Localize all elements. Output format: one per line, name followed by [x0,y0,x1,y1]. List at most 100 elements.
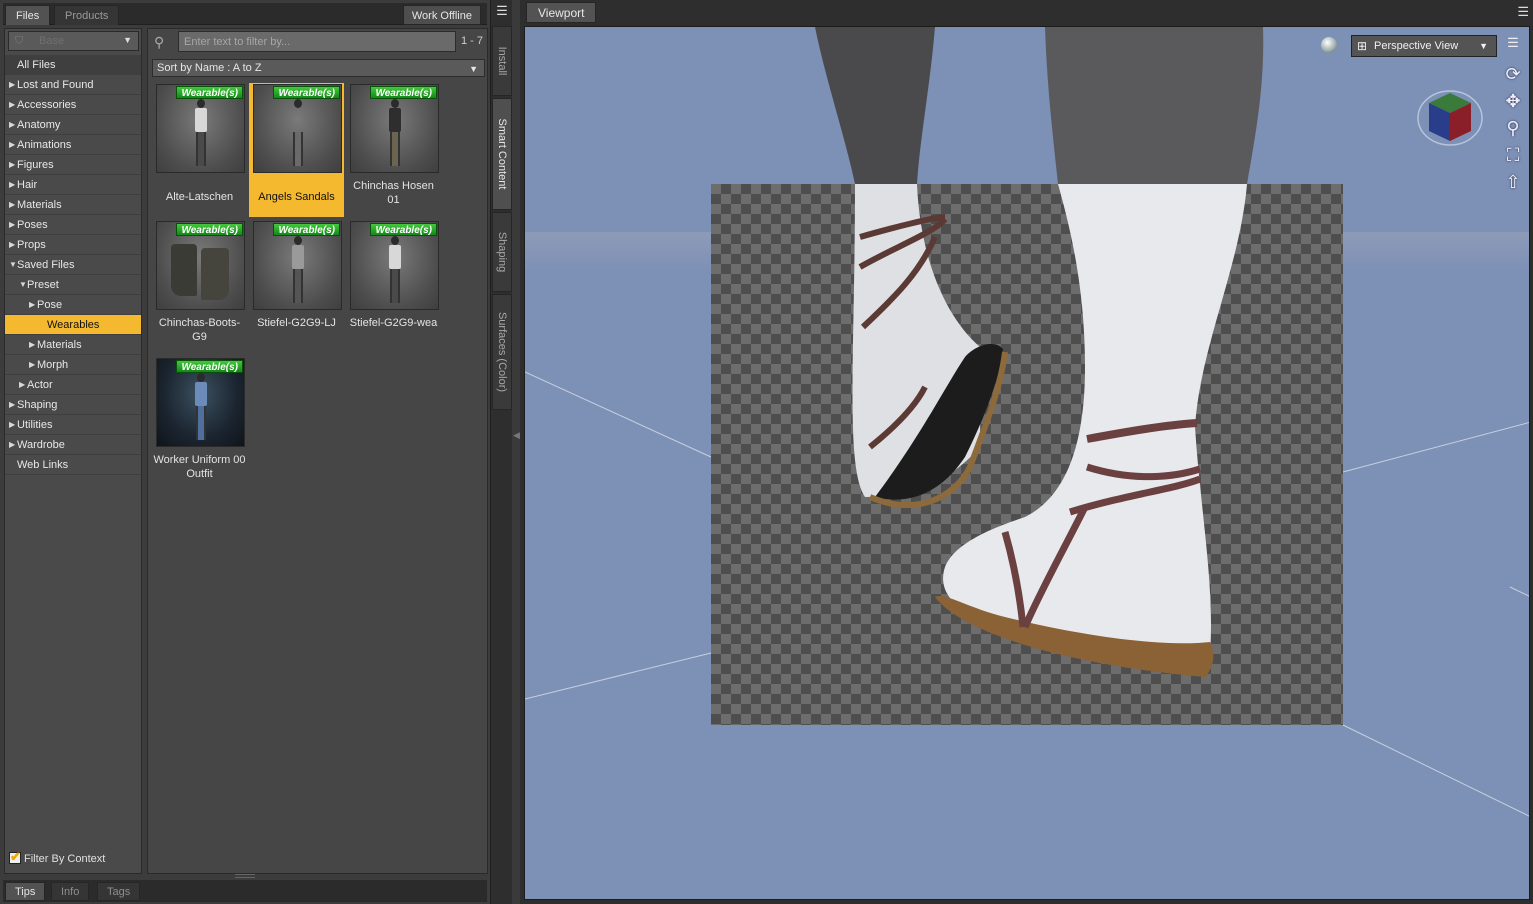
wearable-badge: Wearable(s) [370,86,437,99]
category-label: Wearables [47,319,100,331]
tab-files[interactable]: Files [5,5,51,25]
collapsed-arrow-icon[interactable]: ▶ [9,415,15,435]
checkbox-icon[interactable] [9,849,21,865]
collapsed-arrow-icon[interactable]: ▶ [29,335,35,355]
nav-cube-icon[interactable] [1417,85,1483,147]
expanded-arrow-icon[interactable]: ▼ [9,255,17,275]
tab-shaping-label: Shaping [496,231,508,273]
asset-label: Chinchas Hosen 01 [353,180,434,206]
filter-dropdown[interactable]: ⛉ Base ▼ [8,31,139,51]
category-item[interactable]: ▶ Wardrobe [5,435,141,455]
collapsed-arrow-icon[interactable]: ▶ [9,235,15,255]
collapsed-arrow-icon[interactable]: ▶ [9,75,15,95]
asset-label: Stiefel-G2G9-LJ [257,317,336,329]
filter-by-context-checkbox[interactable]: Filter By Context [9,849,105,867]
category-item[interactable]: ▶ Actor [5,375,141,395]
figure-image [290,236,306,304]
splitter-grip[interactable] [235,874,255,878]
wearable-badge: Wearable(s) [273,223,340,236]
category-label: All Files [17,59,56,71]
asset-label: Stiefel-G2G9-wea [349,317,438,329]
pane-menu-icon[interactable]: ☰ [494,4,510,18]
category-item[interactable]: Web Links [5,455,141,475]
collapsed-arrow-icon[interactable]: ▶ [9,175,15,195]
category-item[interactable]: Wearables [5,315,141,335]
frame-icon[interactable]: ⛶ [1501,142,1525,169]
search-input[interactable] [178,31,456,52]
category-item[interactable]: ▶ Pose [5,295,141,315]
collapsed-arrow-icon[interactable]: ▶ [9,135,15,155]
category-item[interactable]: ▶ Poses [5,215,141,235]
collapse-handle[interactable]: ◀ [513,430,520,460]
pan-icon[interactable]: ✥ [1501,88,1525,115]
3d-scene[interactable]: ⊞ Perspective View ▼ ☰ ⟳ ✥ ⚲ ⛶ ⇧ [524,26,1530,900]
asset-thumbnail[interactable]: Wearable(s) [253,84,342,173]
wearable-badge: Wearable(s) [176,86,243,99]
tab-tags[interactable]: Tags [97,882,141,901]
collapsed-arrow-icon[interactable]: ▶ [19,375,25,395]
asset-tile[interactable]: Wearable(s) Stiefel-G2G9-LJ [249,220,344,354]
reset-view-icon[interactable]: ⇧ [1501,169,1525,196]
category-item[interactable]: ▼ Saved Files [5,255,141,275]
collapsed-arrow-icon[interactable]: ▶ [9,215,15,235]
asset-thumbnail[interactable]: Wearable(s) [253,221,342,310]
asset-tile[interactable]: Wearable(s) Stiefel-G2G9-wea [346,220,441,354]
sort-dropdown[interactable]: Sort by Name : A to Z ▼ [152,59,485,77]
collapsed-arrow-icon[interactable]: ▶ [9,435,15,455]
category-item[interactable]: ▶ Accessories [5,95,141,115]
tab-surfaces[interactable]: Surfaces (Color) [492,294,512,410]
collapsed-arrow-icon[interactable]: ▶ [9,115,15,135]
category-item[interactable]: ▶ Animations [5,135,141,155]
collapsed-arrow-icon[interactable]: ▶ [9,195,15,215]
category-label: Shaping [17,399,58,411]
category-item[interactable]: ▶ Utilities [5,415,141,435]
asset-tile[interactable]: Wearable(s) Worker Uniform 00 Outfit [152,357,247,491]
category-item[interactable]: ▼ Preset [5,275,141,295]
category-item[interactable]: ▶ Hair [5,175,141,195]
category-item[interactable]: ▶ Materials [5,195,141,215]
asset-label: Worker Uniform 00 Outfit [153,454,246,480]
view-dropdown[interactable]: ⊞ Perspective View ▼ [1351,35,1497,57]
viewport-menu-icon[interactable]: ☰ [1517,4,1529,20]
wearable-badge: Wearable(s) [370,223,437,236]
category-item[interactable]: ▶ Lost and Found [5,75,141,95]
category-label: Materials [37,339,82,351]
category-item[interactable]: ▶ Morph [5,355,141,375]
tab-smart-content[interactable]: Smart Content [492,98,512,210]
category-item[interactable]: ▶ Props [5,235,141,255]
tab-info[interactable]: Info [51,882,90,901]
collapsed-arrow-icon[interactable]: ▶ [29,355,35,375]
tab-shaping[interactable]: Shaping [492,212,512,292]
asset-tile[interactable]: Wearable(s) Chinchas-Boots-G9 [152,220,247,354]
category-label: Anatomy [17,119,61,131]
viewport-options-icon[interactable]: ☰ [1503,35,1523,55]
tab-products[interactable]: Products [54,5,120,25]
chevron-down-icon: ▼ [123,35,132,45]
asset-tile[interactable]: Wearable(s) Alte-Latschen [152,83,247,217]
category-item[interactable]: ▶ Anatomy [5,115,141,135]
tab-viewport[interactable]: Viewport [526,2,597,23]
render-preview-icon[interactable] [1319,35,1341,57]
tab-install[interactable]: Install [492,26,512,96]
asset-tile[interactable]: Wearable(s) Chinchas Hosen 01 [346,83,441,217]
asset-thumbnail[interactable]: Wearable(s) [156,221,245,310]
category-item[interactable]: ▶ Materials [5,335,141,355]
zoom-icon[interactable]: ⚲ [1501,115,1525,142]
category-item[interactable]: ▶ Shaping [5,395,141,415]
collapsed-arrow-icon[interactable]: ▶ [9,155,15,175]
asset-thumbnail[interactable]: Wearable(s) [156,84,245,173]
collapsed-arrow-icon[interactable]: ▶ [9,395,15,415]
expanded-arrow-icon[interactable]: ▼ [19,275,27,295]
orbit-icon[interactable]: ⟳ [1501,61,1525,88]
collapsed-arrow-icon[interactable]: ▶ [9,95,15,115]
category-item[interactable]: ▶ Figures [5,155,141,175]
asset-thumbnail[interactable]: Wearable(s) [350,221,439,310]
asset-thumbnail[interactable]: Wearable(s) [156,358,245,447]
category-label: Lost and Found [17,79,94,91]
collapsed-arrow-icon[interactable]: ▶ [29,295,35,315]
asset-tile[interactable]: Wearable(s) Angels Sandals [249,83,344,217]
asset-thumbnail[interactable]: Wearable(s) [350,84,439,173]
tab-tips[interactable]: Tips [5,882,46,901]
category-item[interactable]: All Files [5,55,141,75]
work-offline-button[interactable]: Work Offline [402,5,481,25]
